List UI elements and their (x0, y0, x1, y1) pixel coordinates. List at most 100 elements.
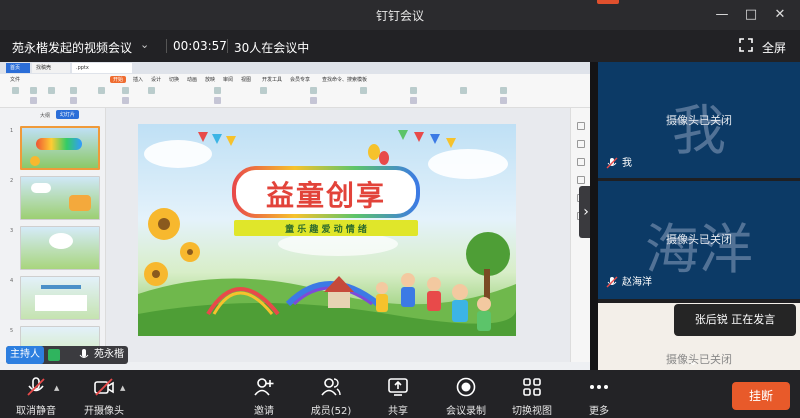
slide-thumbnail[interactable] (20, 176, 100, 220)
ribbon-icon[interactable] (214, 97, 221, 104)
tool-icon[interactable] (577, 140, 585, 148)
menu-member[interactable]: 会员专享 (290, 76, 310, 83)
ribbon-icon[interactable] (122, 87, 129, 94)
ribbon-icon[interactable] (260, 87, 267, 94)
participant-tile[interactable]: 海洋 摄像头已关闭 赵海洋 (598, 181, 800, 299)
tab-outline[interactable]: 大纲 (40, 112, 50, 119)
meeting-name: 苑永楷发起的视频会议 (12, 41, 133, 55)
ribbon-icon[interactable] (360, 87, 367, 94)
ribbon-icon[interactable] (310, 87, 317, 94)
invite-button[interactable]: 邀请 (244, 370, 284, 418)
slide-number: 2 (10, 178, 14, 184)
chevron-down-icon[interactable]: ⌄ (688, 354, 698, 368)
participant-name-row: 我 (606, 154, 632, 169)
slide-number: 4 (10, 278, 14, 284)
chevron-up-icon[interactable]: ▲ (120, 384, 125, 392)
camera-status: 摄像头已关闭 (666, 114, 732, 127)
meeting-timer: 00:03:57 (173, 39, 227, 53)
slide-thumbnail[interactable] (20, 126, 100, 170)
fullscreen-icon[interactable] (739, 38, 753, 52)
ribbon-icon[interactable] (500, 97, 507, 104)
ribbon-icon[interactable] (310, 97, 317, 104)
chevron-up-icon[interactable]: ▲ (54, 384, 59, 392)
wps-tab-document[interactable]: .pptx (72, 63, 132, 73)
ribbon-icon[interactable] (12, 87, 19, 94)
camera-button[interactable]: ▲ 开摄像头 (76, 370, 132, 418)
invite-label: 邀请 (254, 406, 274, 417)
wps-ribbon (0, 84, 590, 108)
menu-review[interactable]: 审阅 (223, 76, 233, 83)
tool-icon[interactable] (577, 158, 585, 166)
participants-status: 30人在会议中 (234, 41, 310, 55)
menu-slideshow[interactable]: 放映 (205, 76, 215, 83)
ribbon-icon[interactable] (122, 97, 129, 104)
switch-view-button[interactable]: 切换视图 (506, 370, 558, 418)
more-button[interactable]: 更多 (580, 370, 618, 418)
ribbon-icon[interactable] (70, 97, 77, 104)
minimize-icon[interactable]: — (713, 6, 731, 24)
participant-name-row: 赵海洋 (606, 273, 652, 288)
switch-view-label: 切换视图 (512, 406, 552, 417)
more-icon (590, 385, 608, 389)
ribbon-icon[interactable] (30, 97, 37, 104)
slide-thumbnail[interactable] (20, 276, 100, 320)
slide-thumbnail[interactable] (20, 226, 100, 270)
tool-icon[interactable] (577, 176, 585, 184)
menu-view[interactable]: 视图 (241, 76, 251, 83)
camera-off-icon (94, 378, 114, 396)
maximize-icon[interactable]: □ (742, 6, 760, 24)
hangup-button[interactable]: 挂断 (732, 382, 790, 410)
fullscreen-button[interactable]: 全屏 (762, 39, 786, 56)
menu-transition[interactable]: 切换 (169, 76, 179, 83)
participant-name: 我 (622, 158, 632, 169)
members-button[interactable]: 成员(52) (306, 370, 356, 418)
ribbon-icon[interactable] (500, 87, 507, 94)
ribbon-icon[interactable] (98, 87, 105, 94)
record-button[interactable]: 会议录制 (440, 370, 492, 418)
menu-developer[interactable]: 开发工具 (262, 76, 282, 83)
unmute-button[interactable]: ▲ 取消静音 (8, 370, 64, 418)
ribbon-icon[interactable] (460, 87, 467, 94)
meeting-toolbar: ▲ 取消静音 ▲ 开摄像头 邀请 成员(52) 共享 会议录制 切换视图 更多 (0, 370, 800, 418)
menu-insert[interactable]: 插入 (133, 76, 143, 83)
ribbon-icon[interactable] (410, 87, 417, 94)
camera-status: 摄像头已关闭 (666, 353, 732, 366)
ribbon-icon[interactable] (30, 87, 37, 94)
grid-view-icon (523, 378, 541, 396)
ribbon-icon[interactable] (410, 97, 417, 104)
ribbon-icon[interactable] (148, 87, 155, 94)
share-screen-icon (388, 378, 408, 396)
mic-icon (79, 349, 89, 358)
shared-screen: 首页 找稿壳 .pptx 文件 开始 插入 设计 切换 动画 放映 审阅 视图 … (0, 62, 590, 370)
ribbon-icon[interactable] (214, 87, 221, 94)
wps-tab-find[interactable]: 找稿壳 (32, 63, 70, 73)
add-user-icon (254, 378, 274, 396)
members-label: 成员(52) (310, 406, 352, 417)
slide-number: 5 (10, 328, 14, 334)
members-icon (321, 378, 341, 396)
chevron-down-icon[interactable]: ⌄ (140, 38, 149, 51)
camera-status: 摄像头已关闭 (666, 233, 732, 246)
window-title: 钉钉会议 (375, 9, 424, 23)
command-search[interactable]: 查找命令、搜索模板 (322, 76, 367, 83)
slide-canvas: 益童创享 童 乐 趣 爱 动 情 绪 (106, 108, 570, 362)
ribbon-icon[interactable] (48, 87, 55, 94)
title-bar: 钉钉会议 — □ ✕ (0, 0, 800, 30)
slide-thumbnail-panel: 大纲 幻灯片 1 2 3 4 5 (0, 108, 106, 362)
close-icon[interactable]: ✕ (771, 6, 789, 24)
participant-name: 赵海洋 (622, 277, 652, 288)
menu-file[interactable]: 文件 (10, 76, 20, 83)
ribbon-icon[interactable] (70, 87, 77, 94)
recording-indicator (597, 0, 619, 4)
share-button[interactable]: 共享 (378, 370, 418, 418)
menu-home[interactable]: 开始 (110, 76, 127, 83)
wps-tab-home[interactable]: 首页 (6, 63, 30, 73)
menu-animation[interactable]: 动画 (187, 76, 197, 83)
mic-off-icon (27, 377, 45, 396)
record-icon (456, 377, 476, 397)
menu-design[interactable]: 设计 (151, 76, 161, 83)
more-label: 更多 (589, 406, 609, 417)
tool-icon[interactable] (577, 122, 585, 130)
tab-slides[interactable]: 幻灯片 (56, 110, 80, 119)
participant-tile[interactable]: 我 摄像头已关闭 我 (598, 62, 800, 178)
